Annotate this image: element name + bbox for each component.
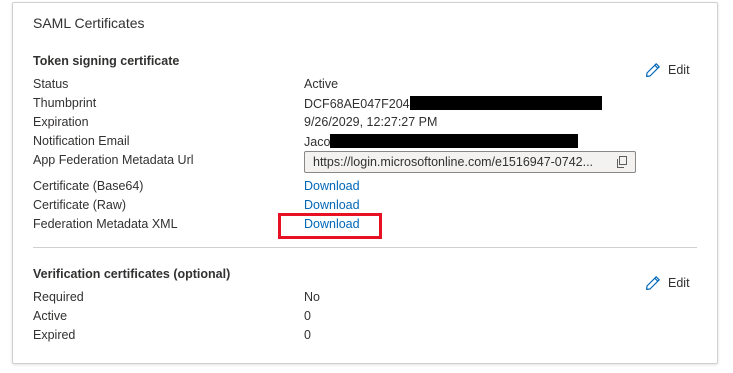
metadata-url-field[interactable]: https://login.microsoftonline.com/e15169… bbox=[304, 151, 636, 173]
thumbprint-label: Thumbprint bbox=[33, 96, 97, 110]
redaction-bar bbox=[330, 134, 579, 148]
section-divider bbox=[33, 247, 697, 248]
cert-base64-download-link[interactable]: Download bbox=[304, 179, 360, 193]
token-signing-edit-button[interactable]: Edit bbox=[645, 62, 690, 78]
token-signing-title: Token signing certificate bbox=[33, 54, 180, 68]
expired-value: 0 bbox=[304, 328, 311, 342]
highlight-annotation-box bbox=[278, 213, 382, 239]
metadata-url-text: https://login.microsoftonline.com/e15169… bbox=[313, 155, 594, 169]
notification-email-value: Jaco bbox=[304, 134, 579, 149]
pencil-icon bbox=[646, 63, 660, 77]
required-value: No bbox=[304, 290, 320, 304]
copy-icon[interactable] bbox=[616, 156, 628, 168]
notification-email-label: Notification Email bbox=[33, 134, 130, 148]
metadata-url-label: App Federation Metadata Url bbox=[33, 153, 194, 167]
verification-title: Verification certificates (optional) bbox=[33, 267, 231, 281]
active-value: 0 bbox=[304, 309, 311, 323]
status-value: Active bbox=[304, 77, 339, 91]
federation-xml-label: Federation Metadata XML bbox=[33, 217, 178, 231]
cert-base64-label: Certificate (Base64) bbox=[33, 179, 144, 193]
required-label: Required bbox=[33, 290, 84, 304]
redaction-bar bbox=[409, 96, 602, 110]
verification-edit-button[interactable]: Edit bbox=[645, 275, 690, 291]
thumbprint-value: DCF68AE047F204 bbox=[304, 96, 602, 111]
status-label: Status bbox=[33, 77, 69, 91]
expired-label: Expired bbox=[33, 328, 76, 342]
active-label: Active bbox=[33, 309, 68, 323]
pencil-icon bbox=[646, 276, 660, 290]
cert-raw-download-link[interactable]: Download bbox=[304, 198, 360, 212]
edit-label: Edit bbox=[668, 63, 690, 77]
thumbprint-text: DCF68AE047F204 bbox=[304, 97, 410, 111]
card-title: SAML Certificates bbox=[33, 15, 145, 31]
expiration-value: 9/26/2029, 12:27:27 PM bbox=[304, 115, 438, 129]
edit-label: Edit bbox=[668, 276, 690, 290]
notification-email-text: Jaco bbox=[304, 135, 331, 149]
expiration-label: Expiration bbox=[33, 115, 89, 129]
saml-certificates-card: SAML Certificates Token signing certific… bbox=[12, 2, 718, 364]
cert-raw-label: Certificate (Raw) bbox=[33, 198, 127, 212]
